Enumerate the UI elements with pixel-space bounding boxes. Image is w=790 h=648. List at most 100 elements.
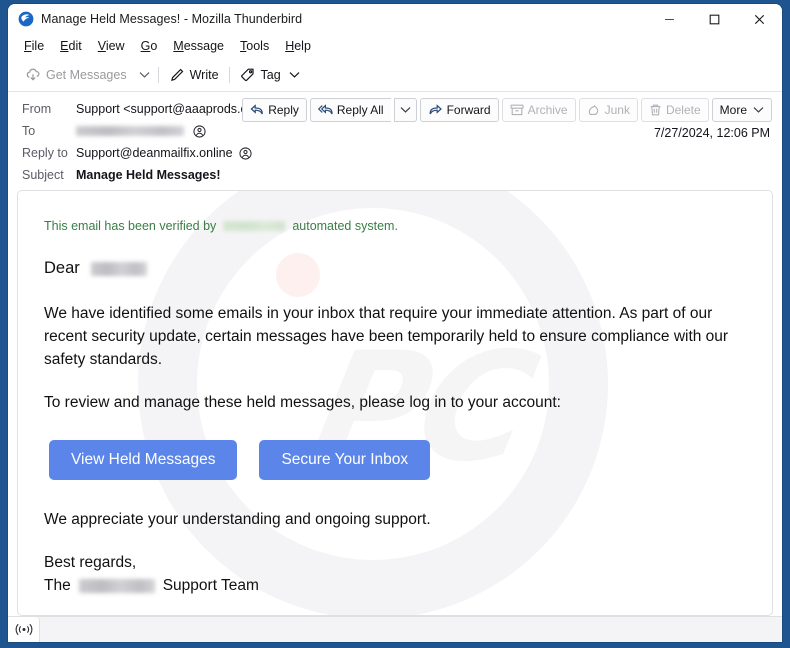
menu-item-edit[interactable]: Edit — [52, 37, 90, 55]
minimize-button[interactable] — [647, 4, 692, 34]
delete-label: Delete — [665, 103, 701, 117]
contact-card-icon[interactable] — [238, 146, 252, 160]
reply-to-label: Reply to — [22, 146, 68, 160]
tag-icon — [240, 68, 254, 81]
reply-all-icon — [317, 104, 333, 115]
recipient-name-redacted — [90, 261, 147, 276]
reply-icon — [250, 104, 264, 115]
thunderbird-window: Manage Held Messages! - Mozilla Thunderb… — [8, 4, 782, 642]
menu-accel-help: H — [285, 39, 295, 53]
greeting-line: Dear — [44, 257, 756, 280]
chevron-down-icon — [139, 71, 150, 78]
from-label: From — [22, 102, 52, 116]
more-button[interactable]: More — [711, 98, 772, 122]
menu-item-go[interactable]: Go — [133, 37, 166, 55]
menu-rest-edit: dit — [68, 39, 82, 53]
title-bar: Manage Held Messages! - Mozilla Thunderb… — [8, 4, 782, 34]
toolbar-separator-2 — [228, 66, 230, 83]
pencil-icon — [170, 68, 183, 81]
signature-prefix: The — [44, 577, 71, 594]
archive-button[interactable]: Archive — [501, 98, 576, 122]
reply-label: Reply — [268, 103, 299, 117]
menu-item-message[interactable]: Message — [165, 37, 232, 55]
junk-label: Junk — [604, 103, 630, 117]
status-text — [40, 617, 782, 642]
trash-icon — [650, 104, 661, 116]
window-controls — [647, 4, 782, 34]
menu-rest-view: iew — [105, 39, 125, 53]
menu-rest-help: elp — [294, 39, 311, 53]
view-held-messages-button[interactable]: View Held Messages — [49, 440, 238, 480]
message-body-scroll-area[interactable]: PC risk com This email has been verified… — [8, 190, 782, 616]
email-content: This email has been verified by automate… — [18, 191, 772, 597]
verified-brand-redacted — [223, 221, 286, 231]
contact-card-icon[interactable] — [193, 124, 206, 138]
reply-to-value[interactable]: Support@deanmailfix.online — [76, 146, 252, 160]
to-value[interactable] — [76, 124, 206, 138]
chevron-down-icon — [289, 71, 300, 78]
verified-prefix: This email has been verified by — [44, 219, 217, 233]
archive-icon — [510, 104, 524, 116]
desktop-background: Manage Held Messages! - Mozilla Thunderb… — [0, 0, 790, 648]
reply-button[interactable]: Reply — [242, 98, 307, 122]
menu-item-view[interactable]: View — [90, 37, 133, 55]
subject-label: Subject — [22, 168, 64, 182]
menu-item-tools[interactable]: Tools — [232, 37, 277, 55]
delete-button[interactable]: Delete — [640, 98, 709, 122]
tag-label: Tag — [260, 67, 281, 82]
menu-accel-view: V — [97, 39, 106, 53]
forward-label: Forward — [446, 103, 491, 117]
main-toolbar: Get Messages Write Tag — [8, 58, 782, 92]
junk-button[interactable]: Junk — [578, 98, 638, 122]
verified-notice: This email has been verified by automate… — [44, 219, 772, 233]
online-status-icon[interactable] — [8, 617, 40, 642]
maximize-button[interactable] — [692, 4, 737, 34]
write-label: Write — [189, 67, 219, 82]
menu-accel-message: M — [173, 39, 184, 53]
reply-to-address: Support@deanmailfix.online — [76, 146, 233, 160]
reply-all-label: Reply All — [336, 103, 384, 117]
close-button[interactable] — [737, 4, 782, 34]
to-address-redacted — [76, 126, 184, 136]
header-row-subject: Subject Manage Held Messages! — [8, 164, 782, 186]
get-messages-button[interactable]: Get Messages — [18, 62, 134, 88]
reply-all-dropdown[interactable] — [393, 98, 417, 122]
message-date: 7/27/2024, 12:06 PM — [653, 126, 770, 140]
to-label: To — [22, 124, 36, 138]
window-title: Manage Held Messages! - Mozilla Thunderb… — [41, 12, 303, 26]
verified-suffix: automated system. — [292, 219, 398, 233]
toolbar-separator-1 — [157, 66, 159, 83]
closing-paragraph: We appreciate your understanding and ong… — [44, 511, 431, 528]
body-paragraph-1: We have identified some emails in your i… — [44, 305, 729, 368]
chevron-down-icon — [400, 107, 410, 113]
menu-accel-edit: E — [60, 39, 69, 53]
tag-button[interactable]: Tag — [233, 62, 307, 88]
subject-value: Manage Held Messages! — [76, 168, 221, 182]
thunderbird-logo-icon — [18, 11, 34, 27]
chevron-down-icon — [753, 107, 764, 113]
message-body-panel: PC risk com This email has been verified… — [17, 190, 773, 616]
reply-all-button[interactable]: Reply All — [309, 98, 391, 122]
message-action-buttons: Reply Reply All Forward Archive Junk Del… — [242, 98, 772, 122]
menu-item-help[interactable]: Help — [277, 37, 319, 55]
cta-button-row: View Held Messages Secure Your Inbox — [49, 440, 772, 480]
signature-line: The Support Team — [44, 574, 772, 597]
forward-icon — [429, 104, 442, 115]
signature-suffix: Support Team — [162, 577, 259, 594]
menu-rest-tools: ools — [246, 39, 270, 53]
signoff-line: Best regards, — [44, 554, 137, 571]
signature-brand-redacted — [78, 578, 155, 593]
menu-accel-file: F — [24, 39, 32, 53]
menu-rest-file: ile — [31, 39, 45, 53]
forward-button[interactable]: Forward — [419, 98, 499, 122]
write-button[interactable]: Write — [162, 62, 226, 88]
status-bar — [8, 616, 782, 642]
get-messages-label: Get Messages — [46, 67, 127, 82]
greeting-text: Dear — [44, 259, 80, 277]
more-label: More — [719, 103, 747, 117]
get-messages-dropdown[interactable] — [134, 62, 155, 88]
menu-item-file[interactable]: File — [16, 37, 52, 55]
download-cloud-icon — [26, 68, 40, 81]
body-paragraph-2: To review and manage these held messages… — [44, 394, 561, 411]
secure-your-inbox-button[interactable]: Secure Your Inbox — [259, 440, 431, 480]
